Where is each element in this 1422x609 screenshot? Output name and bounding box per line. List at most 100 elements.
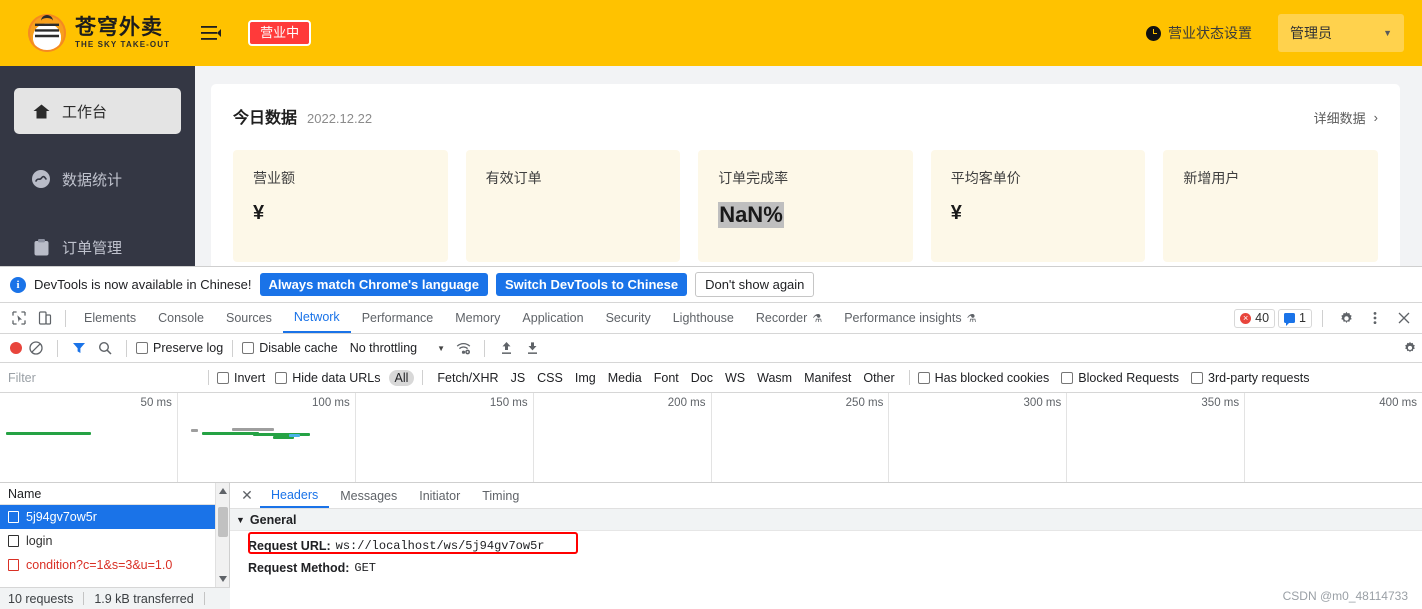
filter-type-fetch-xhr[interactable]: Fetch/XHR [431,370,504,386]
throttling-value: No throttling [349,341,418,355]
detail-tab-headers[interactable]: Headers [260,483,330,508]
tab-application[interactable]: Application [511,303,594,333]
timeline-cell: 200 ms [534,393,712,482]
gear-icon[interactable] [1333,305,1359,331]
network-conditions-icon[interactable] [451,336,475,360]
filter-type-css[interactable]: CSS [531,370,569,386]
user-role-dropdown[interactable]: 管理员 ▼ [1278,14,1404,52]
filter-type-manifest[interactable]: Manifest [798,370,857,386]
tab-elements[interactable]: Elements [73,303,147,333]
request-url-value: ws://localhost/ws/5j94gv7ow5r [335,539,545,553]
request-list: Name 5j94gv7ow5r login condition?c=1&s=3… [0,483,230,609]
business-status-settings-label: 营业状态设置 [1168,25,1252,41]
general-section-header[interactable]: ▼ General [230,509,1422,531]
chevron-right-icon: › [1373,110,1378,125]
checkbox-box [1061,371,1074,384]
throttling-dropdown[interactable]: No throttling ▼ [350,341,445,355]
device-toolbar-icon[interactable] [32,305,58,331]
tab-performance[interactable]: Performance [351,303,445,333]
tab-performance-insights-label: Performance insights [844,311,962,325]
detail-tab-timing[interactable]: Timing [471,483,530,508]
network-overview-timeline[interactable]: 50 ms 100 ms 150 ms 200 ms 250 ms 300 ms… [0,393,1422,483]
dont-show-again-button[interactable]: Don't show again [695,272,815,297]
takeout-admin-app: 苍穹外卖 THE SKY TAKE-OUT 营业中 营业状态设置 管理员 ▼ 工… [0,0,1422,266]
sidebar-item-workbench[interactable]: 工作台 [14,88,181,134]
export-har-icon[interactable] [520,336,544,360]
tab-network[interactable]: Network [282,303,351,333]
filter-type-wasm[interactable]: Wasm [751,370,798,386]
detail-data-link[interactable]: 详细数据 › [1314,108,1378,127]
disable-cache-checkbox[interactable]: Disable cache [242,341,338,355]
brand-logo[interactable]: 苍穹外卖 THE SKY TAKE-OUT [28,14,170,52]
error-icon: × [1240,312,1252,324]
divider [232,339,234,357]
info-icon: i [10,276,26,293]
filter-type-font[interactable]: Font [648,370,685,386]
devtools-language-banner: i DevTools is now available in Chinese! … [0,267,1422,303]
record-stop-icon[interactable] [10,342,22,354]
blocked-requests-checkbox[interactable]: Blocked Requests [1061,371,1179,385]
divider [126,339,127,357]
tab-recorder[interactable]: Recorder ⚗ [745,303,833,333]
close-devtools-icon[interactable] [1391,305,1417,331]
flask-icon: ⚗ [812,312,823,325]
inspect-element-icon[interactable] [6,305,32,331]
filter-type-other[interactable]: Other [857,370,900,386]
request-method-value: GET [354,561,376,575]
tab-memory[interactable]: Memory [444,303,511,333]
tab-lighthouse[interactable]: Lighthouse [662,303,745,333]
invert-checkbox[interactable]: Invert [217,371,265,385]
has-blocked-cookies-checkbox[interactable]: Has blocked cookies [917,370,1050,385]
request-list-footer: 10 requests 1.9 kB transferred [0,587,230,609]
preserve-log-checkbox[interactable]: Preserve log [136,341,223,355]
filter-type-doc[interactable]: Doc [685,370,719,386]
app-body: 工作台 数据统计 订单管理 今日数据 2022.12.22 详细数据 › 营业额… [0,66,1422,266]
filter-input[interactable] [0,363,200,392]
switch-devtools-chinese-button[interactable]: Switch DevTools to Chinese [495,273,688,296]
general-rows: Request URL: ws://localhost/ws/5j94gv7ow… [230,531,1422,579]
hide-data-urls-checkbox[interactable]: Hide data URLs [275,370,381,385]
detail-tab-messages[interactable]: Messages [329,483,408,508]
request-row-error[interactable]: condition?c=1&s=3&u=1.0 [0,553,229,577]
search-icon[interactable] [93,336,117,360]
business-status-settings-button[interactable]: 营业状态设置 [1146,23,1252,43]
scrollbar-thumb[interactable] [218,507,228,537]
has-blocked-cookies-label: Has blocked cookies [934,370,1050,385]
tab-security[interactable]: Security [595,303,662,333]
filter-type-all[interactable]: All [388,369,415,386]
metric-value: ¥ [253,202,265,224]
message-count-badge[interactable]: 1 [1278,308,1312,328]
filter-funnel-icon[interactable] [67,336,91,360]
tab-console[interactable]: Console [147,303,215,333]
filter-type-media[interactable]: Media [602,370,648,386]
error-count-badge[interactable]: × 40 [1234,308,1276,328]
sidebar-item-orders[interactable]: 订单管理 [14,224,181,266]
clear-network-icon[interactable] [24,336,48,360]
filter-type-js[interactable]: JS [505,370,532,386]
request-list-scrollbar[interactable] [215,483,229,587]
hide-data-urls-label: Hide data URLs [292,370,381,385]
sidebar-item-statistics[interactable]: 数据统计 [14,156,181,202]
third-party-requests-checkbox[interactable]: 3rd-party requests [1191,371,1309,385]
tab-performance-insights[interactable]: Performance insights ⚗ [833,303,987,333]
detail-tab-initiator[interactable]: Initiator [408,483,471,508]
request-row[interactable]: login [0,529,229,553]
noodle-bowl-logo-icon [28,14,66,52]
menu-collapse-icon[interactable] [200,22,222,44]
tab-sources[interactable]: Sources [215,303,283,333]
user-role-label: 管理员 [1290,25,1332,41]
divider [203,592,205,605]
metric-tile-turnover: 营业额 ¥ [233,150,448,262]
network-settings-icon[interactable] [1398,336,1422,360]
filter-type-img[interactable]: Img [569,370,602,386]
close-panel-icon[interactable]: ✕ [238,487,256,505]
scroll-down-arrow-icon[interactable] [219,576,227,582]
import-har-icon[interactable] [494,336,518,360]
request-row-selected[interactable]: 5j94gv7ow5r [0,505,229,529]
more-vertical-icon[interactable] [1362,305,1388,331]
filter-type-ws[interactable]: WS [719,370,751,386]
devtools-panel: i DevTools is now available in Chinese! … [0,266,1422,609]
devtools-tabbar: Elements Console Sources Network Perform… [0,303,1422,334]
always-match-language-button[interactable]: Always match Chrome's language [259,273,488,296]
scroll-up-arrow-icon[interactable] [219,488,227,494]
